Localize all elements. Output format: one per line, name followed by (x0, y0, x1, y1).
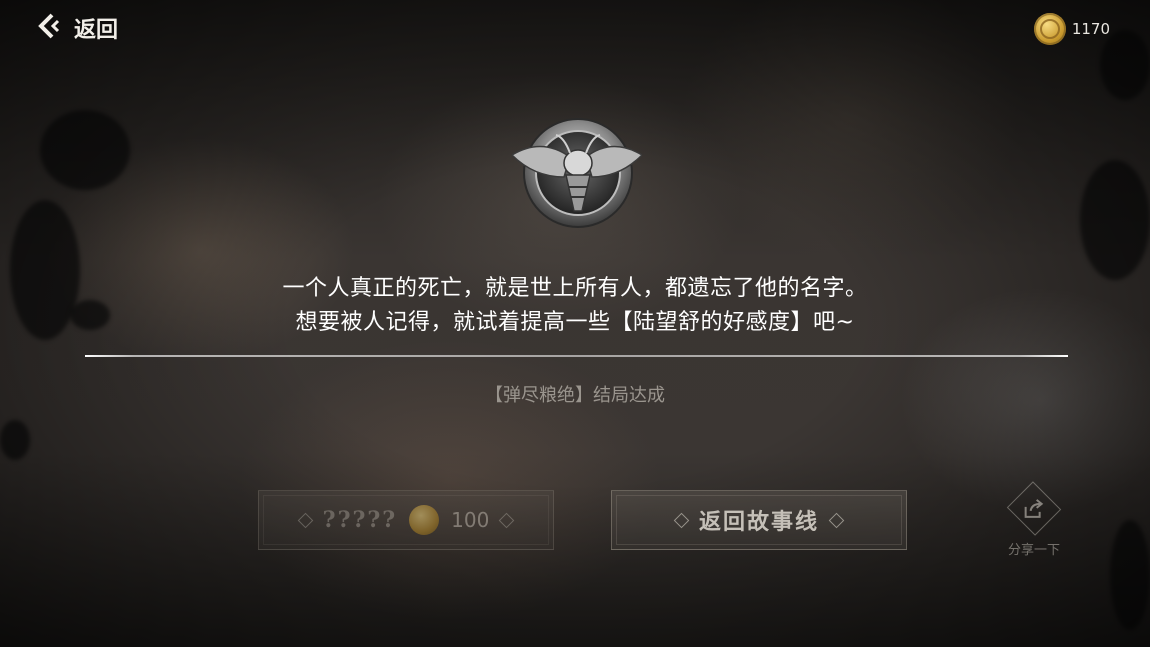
back-button[interactable]: 返回 (36, 12, 118, 44)
replay-cost: 100 (451, 508, 490, 532)
share-icon (1022, 497, 1046, 521)
gold-coin-icon (1033, 13, 1066, 45)
share-frame (1006, 481, 1062, 536)
return-to-story-label: 返回故事线 (698, 509, 819, 535)
message-line-2: 想要被人记得，就试着提高一些【陆望舒的好感度】吧~ (295, 310, 855, 335)
share-button[interactable]: 分享一下 (998, 481, 1070, 558)
return-to-story-button[interactable]: 返回故事线 (611, 490, 907, 550)
diamond-icon (673, 512, 690, 528)
coin-counter: 1170 (1033, 12, 1110, 46)
diamond-icon (828, 512, 845, 528)
coin-count: 1170 (1071, 20, 1110, 38)
share-label: 分享一下 (1007, 543, 1060, 558)
ending-achieved-text: 【弹尽粮绝】结局达成 (485, 385, 665, 406)
replay-label: ????? (322, 507, 398, 533)
chevron-left-icon (36, 12, 64, 44)
message-line-1: 一个人真正的死亡，就是世上所有人，都遗忘了他的名字。 (282, 276, 868, 301)
diamond-icon (499, 512, 515, 528)
bee-emblem-icon (510, 115, 644, 230)
divider (85, 355, 1068, 357)
diamond-icon (297, 512, 313, 528)
replay-button[interactable]: ????? 100 (258, 490, 554, 550)
back-label: 返回 (74, 17, 119, 43)
gold-coin-icon (409, 505, 440, 535)
